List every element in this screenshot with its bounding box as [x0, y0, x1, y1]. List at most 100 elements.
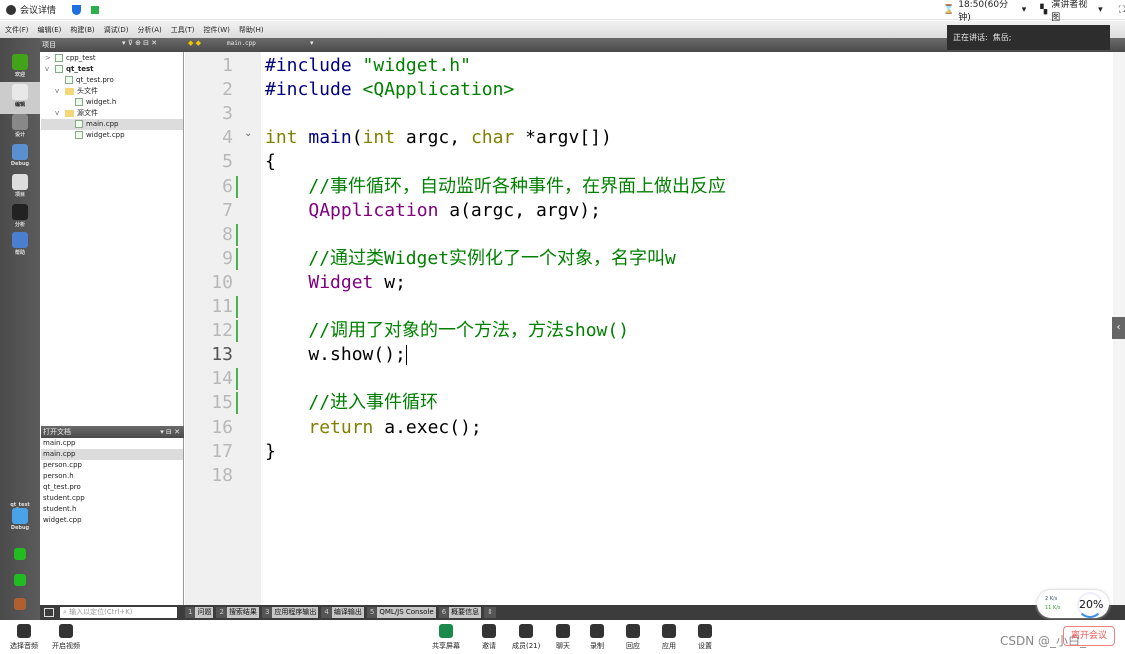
- meeting-audio-button[interactable]: 选择音频: [10, 622, 38, 651]
- mode-帮助[interactable]: 帮助: [0, 232, 40, 256]
- code-token: #include: [265, 55, 363, 76]
- meeting-time[interactable]: 18:50(60分钟): [958, 0, 1018, 23]
- tree-item[interactable]: widget.cpp: [41, 130, 183, 141]
- code-line[interactable]: //事件循环，自动监听各种事件，在界面上做出反应: [265, 175, 726, 199]
- meeting-chat-button[interactable]: 聊天: [556, 622, 570, 651]
- tree-item[interactable]: qt_test.pro: [41, 75, 183, 86]
- output-tab-6[interactable]: 6 概要信息: [438, 607, 482, 618]
- sidebar-toggle-icon[interactable]: [44, 608, 54, 617]
- code-line[interactable]: Widget w;: [265, 271, 406, 295]
- output-tab-4[interactable]: 4 编译输出: [321, 607, 364, 618]
- tree-item-label: 源文件: [77, 109, 98, 117]
- expander-icon[interactable]: v: [55, 108, 65, 119]
- menu-item[interactable]: 分析(A): [138, 25, 162, 35]
- panel-controls[interactable]: ▾ ⊟ ✕: [160, 426, 180, 438]
- code-line[interactable]: w.show();: [265, 343, 407, 367]
- expander-icon[interactable]: v: [45, 64, 55, 75]
- open-document-item[interactable]: qt_test.pro: [41, 482, 183, 493]
- tree-item[interactable]: v 源文件: [41, 108, 183, 119]
- meeting-share-screen-button[interactable]: 共享屏幕: [432, 622, 460, 651]
- code-line[interactable]: {: [265, 150, 276, 174]
- meeting-members-button[interactable]: 成员(21): [512, 622, 540, 651]
- tree-item[interactable]: v qt_test: [41, 64, 183, 75]
- menu-item[interactable]: 工具(T): [171, 25, 195, 35]
- open-document-item[interactable]: main.cpp: [41, 449, 183, 460]
- fold-icon[interactable]: ⌄: [244, 128, 252, 139]
- presenter-view-button[interactable]: 演讲者视图: [1051, 0, 1094, 23]
- build-hammer-icon[interactable]: [0, 598, 40, 611]
- meeting-button-label: 聊天: [556, 642, 570, 650]
- code-token: w;: [373, 271, 406, 293]
- mode-欢迎[interactable]: 欢迎: [0, 54, 40, 78]
- tab-number: 2: [216, 607, 227, 618]
- tree-item[interactable]: > cpp_test: [41, 53, 183, 64]
- mode-Debug[interactable]: Debug: [0, 144, 40, 167]
- meeting-video-button[interactable]: 开启视频: [52, 622, 80, 651]
- code-token: argc,: [395, 127, 471, 149]
- menu-item[interactable]: 编辑(E): [38, 25, 62, 35]
- members-icon: [519, 624, 534, 638]
- menu-item[interactable]: 调试(D): [104, 25, 129, 35]
- code-line[interactable]: return a.exec();: [265, 416, 481, 440]
- menu-item[interactable]: 控件(W): [204, 25, 230, 35]
- tree-item[interactable]: v 头文件: [41, 86, 183, 97]
- open-document-item[interactable]: widget.cpp: [41, 515, 183, 526]
- project-panel-controls[interactable]: ▾ ⊽ ⊕ ⊟ ✕: [122, 39, 157, 47]
- project-tree: > cpp_test v qt_test qt_test.pro v 头文件 widget.h…: [41, 52, 184, 426]
- chevron-down-icon[interactable]: ▾: [310, 39, 314, 47]
- code-line[interactable]: //通过类Widget实例化了一个对象，名字叫w: [265, 247, 676, 271]
- code-line[interactable]: int main(int argc, char *argv[]): [265, 126, 612, 150]
- code-line[interactable]: QApplication a(argc, argv);: [265, 199, 601, 223]
- open-document-item[interactable]: student.h: [41, 504, 183, 515]
- code-line[interactable]: //调用了对象的一个方法，方法show(): [265, 319, 629, 343]
- expander-icon[interactable]: >: [45, 53, 55, 64]
- code-token: return: [308, 416, 374, 438]
- locator-input[interactable]: ⌕ 输入以定位(Ctrl+K): [60, 607, 177, 618]
- open-document-item[interactable]: person.h: [41, 471, 183, 482]
- output-tab-1[interactable]: 1 问题: [185, 607, 214, 618]
- tree-item[interactable]: widget.h: [41, 97, 183, 108]
- meeting-apps-button[interactable]: 应用: [662, 622, 676, 651]
- side-panel-toggle[interactable]: ‹: [1112, 317, 1125, 339]
- editor-file-tab[interactable]: main.cpp: [227, 40, 256, 47]
- file-icon: [65, 76, 73, 84]
- line-number: 12: [211, 320, 233, 342]
- meeting-button-label: 邀请: [482, 642, 496, 650]
- expander-icon[interactable]: v: [55, 86, 65, 97]
- meeting-reaction-button[interactable]: 回应: [626, 622, 640, 651]
- mode-项目[interactable]: 项目: [0, 174, 40, 198]
- run-icon[interactable]: [0, 548, 40, 561]
- open-document-item[interactable]: person.cpp: [41, 460, 183, 471]
- kit-selector[interactable]: qt_test Debug: [0, 502, 40, 531]
- menu-item[interactable]: 文件(F): [5, 25, 29, 35]
- open-document-item[interactable]: student.cpp: [41, 493, 183, 504]
- output-tab-3[interactable]: 3 应用程序输出: [261, 607, 319, 618]
- output-tab-5[interactable]: 5 QML/JS Console: [366, 607, 436, 618]
- mode-设计[interactable]: 设计: [0, 114, 40, 138]
- menu-item[interactable]: 帮助(H): [239, 25, 264, 35]
- code-line[interactable]: }: [265, 440, 276, 464]
- code-line[interactable]: #include <QApplication>: [265, 78, 514, 102]
- mode-label: 欢迎: [14, 72, 25, 78]
- output-tab-2[interactable]: 2 搜索结果: [216, 607, 259, 618]
- meeting-record-button[interactable]: 录制: [590, 622, 604, 651]
- tree-item[interactable]: main.cpp: [41, 119, 183, 130]
- open-document-item[interactable]: main.cpp: [41, 438, 183, 449]
- leave-meeting-button[interactable]: 离开会议: [1063, 626, 1115, 646]
- debug-run-icon[interactable]: [0, 574, 40, 587]
- mode-编辑[interactable]: 编辑: [0, 82, 40, 114]
- meeting-invite-button[interactable]: 邀请: [482, 622, 496, 651]
- nav-arrows-icon[interactable]: ◆ ◆: [188, 39, 201, 47]
- menu-item[interactable]: 构建(B): [70, 25, 94, 35]
- code-line[interactable]: //进入事件循环: [265, 391, 438, 415]
- meeting-details-button[interactable]: 会议详情: [20, 3, 56, 16]
- tree-item-label: widget.cpp: [86, 131, 125, 139]
- code-token: int: [362, 127, 396, 149]
- pane-up-down-button[interactable]: ⇕: [484, 607, 497, 618]
- mode-分析[interactable]: 分析: [0, 204, 40, 228]
- tab-label: 概要信息: [449, 607, 482, 618]
- meeting-settings-button[interactable]: 设置: [698, 622, 712, 651]
- fullscreen-icon[interactable]: ⛶: [1119, 5, 1125, 15]
- code-line[interactable]: #include "widget.h": [265, 54, 471, 78]
